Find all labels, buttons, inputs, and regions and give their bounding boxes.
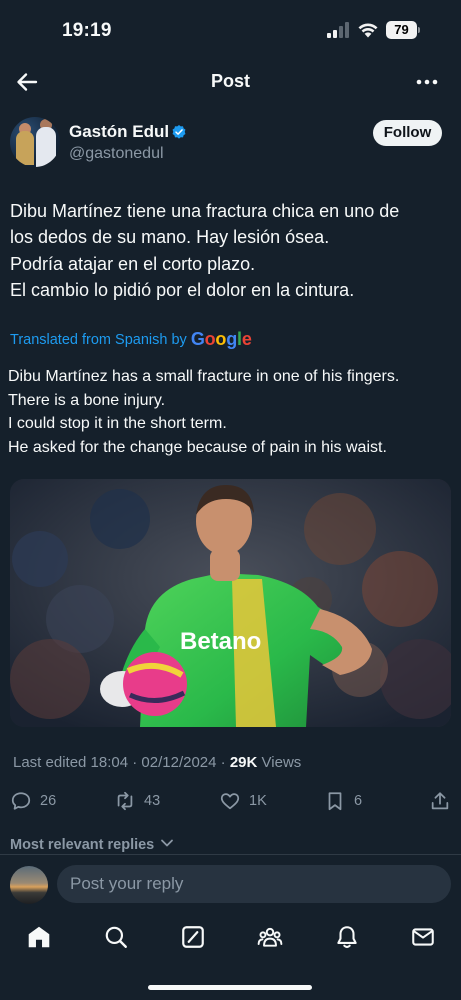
translation-line: He asked for the change because of pain … xyxy=(8,439,387,457)
bookmark-button[interactable]: 6 xyxy=(324,789,362,813)
home-icon xyxy=(28,926,50,948)
translation-line: I could stop it in the short term. xyxy=(8,415,227,433)
home-indicator xyxy=(148,985,312,990)
grok-icon xyxy=(182,926,204,948)
views-count: 29K xyxy=(229,754,258,771)
replies-sort-label: Most relevant replies xyxy=(10,837,155,853)
post-text-line: Podría atajar en el corto plazo. xyxy=(10,253,256,274)
goalkeeper-photo: Betano xyxy=(10,479,451,727)
post-text-line: Dibu Martínez tiene una fractura chica e… xyxy=(10,201,400,221)
share-icon xyxy=(431,792,449,810)
nav-grok[interactable] xyxy=(177,922,209,952)
google-logo: Google xyxy=(190,329,252,349)
nav-communities[interactable] xyxy=(254,922,286,952)
page-title: Post xyxy=(210,71,250,91)
reply-count: 26 xyxy=(40,793,57,809)
repost-button[interactable]: 43 xyxy=(114,789,160,813)
post-text: Dibu Martínez tiene una fractura chica e… xyxy=(10,198,450,303)
nav-messages[interactable] xyxy=(407,922,439,952)
reply-button[interactable]: 26 xyxy=(10,789,56,813)
translated-text: Dibu Martínez has a small fracture in on… xyxy=(8,365,453,460)
communities-icon xyxy=(257,927,283,947)
wifi-icon xyxy=(358,23,378,38)
translated-by-google-link[interactable]: Translated from Spanish by Google xyxy=(10,329,252,350)
share-button[interactable] xyxy=(429,789,451,813)
nav-search[interactable] xyxy=(100,922,132,952)
back-arrow-icon[interactable] xyxy=(14,70,40,94)
post-text-line: El cambio lo pidió por el dolor en la ci… xyxy=(10,279,355,300)
user-avatar[interactable] xyxy=(10,866,48,904)
status-time: 19:19 xyxy=(62,20,112,41)
repost-icon xyxy=(117,791,133,811)
follow-button[interactable]: Follow xyxy=(373,120,442,146)
like-button[interactable]: 1K xyxy=(219,789,267,813)
shirt-sponsor-text: Betano xyxy=(180,628,261,655)
divider xyxy=(0,854,461,855)
reply-icon xyxy=(11,792,31,810)
post-text-line: los dedos de su mano. Hay lesión ósea. xyxy=(10,227,330,248)
repost-count: 43 xyxy=(144,793,161,809)
author-name[interactable]: Gastón Edul xyxy=(69,122,169,142)
notifications-icon xyxy=(337,926,357,949)
chevron-down-icon xyxy=(161,839,174,847)
more-icon[interactable] xyxy=(414,70,440,94)
views-label: Views xyxy=(261,754,302,771)
bookmark-count: 6 xyxy=(354,793,363,809)
post-meta: Last edited 18:04 · 02/12/2024 · 29K Vie… xyxy=(13,754,301,771)
translation-line: Dibu Martínez has a small fracture in on… xyxy=(8,368,400,385)
bookmark-icon xyxy=(328,792,342,811)
post-image[interactable]: Betano xyxy=(10,479,451,727)
author-avatar[interactable] xyxy=(10,117,60,167)
author-handle[interactable]: @gastonedul xyxy=(69,145,164,163)
cellular-signal-icon xyxy=(327,22,349,38)
like-icon xyxy=(220,793,240,810)
battery-level: 79 xyxy=(394,22,409,37)
edited-timestamp[interactable]: Last edited 18:04 · 02/12/2024 · xyxy=(13,754,226,771)
translation-line: There is a bone injury. xyxy=(8,391,166,409)
translated-label: Translated from Spanish by xyxy=(10,332,187,348)
nav-notifications[interactable] xyxy=(331,922,363,952)
battery-icon: 79 xyxy=(386,21,421,39)
messages-icon xyxy=(412,928,434,946)
like-count: 1K xyxy=(249,793,267,809)
verified-badge-icon xyxy=(172,125,186,139)
replies-sort-dropdown[interactable]: Most relevant replies xyxy=(10,837,174,853)
search-icon xyxy=(105,926,127,948)
nav-home[interactable] xyxy=(23,922,55,952)
reply-input[interactable] xyxy=(57,865,451,903)
